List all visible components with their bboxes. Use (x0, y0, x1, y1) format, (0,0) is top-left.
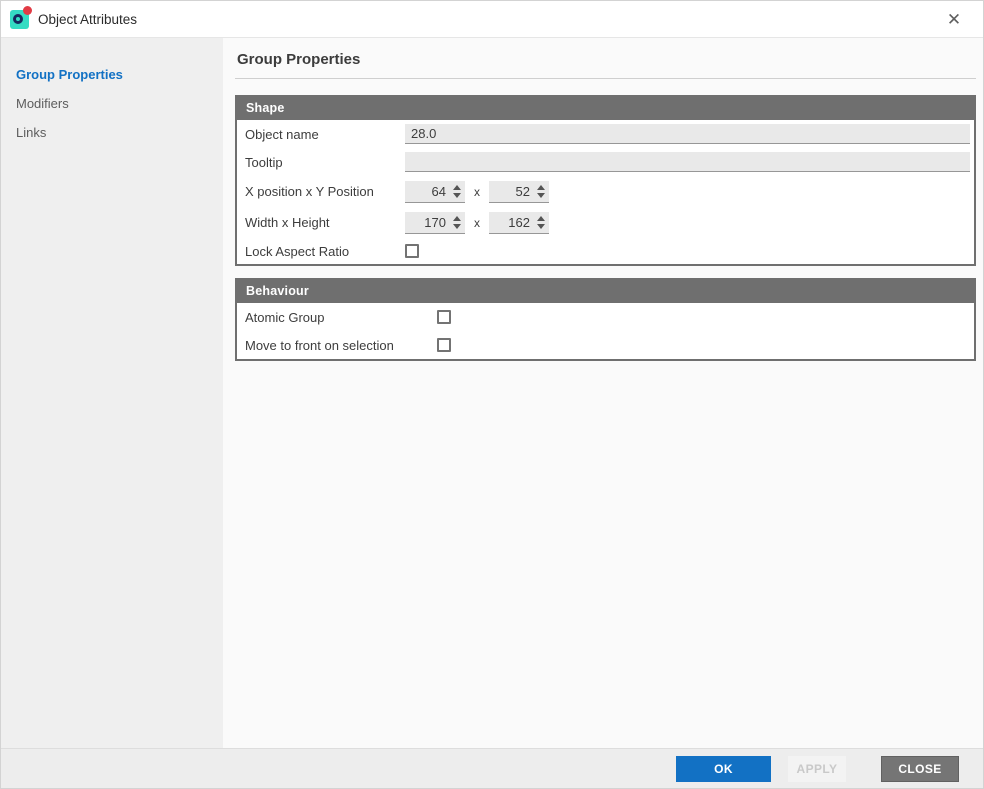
behaviour-section-header: Behaviour (237, 280, 974, 303)
position-separator: x (474, 185, 480, 199)
height-value: 162 (508, 215, 530, 230)
height-arrows (537, 216, 545, 229)
tooltip-row: Tooltip (237, 148, 974, 176)
spinner-down-icon[interactable] (537, 193, 545, 198)
footer-bar: OK APPLY CLOSE (1, 748, 983, 788)
close-button[interactable]: CLOSE (881, 756, 959, 782)
app-icon (10, 10, 29, 29)
spinner-up-icon[interactable] (537, 185, 545, 190)
lock-aspect-ratio-label: Lock Aspect Ratio (245, 244, 405, 259)
behaviour-section: Behaviour Atomic Group Move to front on … (235, 278, 976, 361)
sidebar-item-group-properties[interactable]: Group Properties (1, 60, 223, 89)
spinner-up-icon[interactable] (537, 216, 545, 221)
lock-aspect-ratio-row: Lock Aspect Ratio (237, 238, 974, 264)
object-name-input[interactable] (405, 124, 970, 144)
height-spinner[interactable]: 162 (489, 212, 549, 234)
sidebar: Group Properties Modifiers Links (1, 38, 223, 748)
move-to-front-row: Move to front on selection (237, 331, 974, 359)
tooltip-input[interactable] (405, 152, 970, 172)
size-label: Width x Height (245, 215, 405, 230)
spinner-up-icon[interactable] (453, 185, 461, 190)
close-icon: ✕ (947, 11, 961, 28)
sidebar-item-links[interactable]: Links (1, 118, 223, 147)
page-title: Group Properties (235, 49, 976, 79)
object-name-row: Object name (237, 120, 974, 148)
y-position-value: 52 (516, 184, 530, 199)
size-row: Width x Height 170 x 162 (237, 207, 974, 238)
y-position-arrows (537, 185, 545, 198)
atomic-group-label: Atomic Group (245, 310, 437, 325)
y-position-spinner[interactable]: 52 (489, 181, 549, 203)
shape-section: Shape Object name Tooltip X position x Y… (235, 95, 976, 266)
move-to-front-checkbox[interactable] (437, 338, 451, 352)
object-attributes-window: Object Attributes ✕ Group Properties Mod… (0, 0, 984, 789)
tooltip-label: Tooltip (245, 155, 405, 170)
spinner-up-icon[interactable] (453, 216, 461, 221)
x-position-spinner[interactable]: 64 (405, 181, 465, 203)
width-value: 170 (424, 215, 446, 230)
position-label: X position x Y Position (245, 184, 405, 199)
window-close-button[interactable]: ✕ (939, 4, 969, 34)
app-icon-badge (23, 6, 32, 15)
sidebar-item-modifiers[interactable]: Modifiers (1, 89, 223, 118)
lock-aspect-ratio-checkbox[interactable] (405, 244, 419, 258)
object-name-label: Object name (245, 127, 405, 142)
spinner-down-icon[interactable] (537, 224, 545, 229)
width-spinner[interactable]: 170 (405, 212, 465, 234)
atomic-group-row: Atomic Group (237, 303, 974, 331)
move-to-front-label: Move to front on selection (245, 338, 437, 353)
main-panel: Group Properties Shape Object name Toolt… (223, 38, 983, 748)
spinner-down-icon[interactable] (453, 224, 461, 229)
spinner-down-icon[interactable] (453, 193, 461, 198)
shape-section-header: Shape (237, 97, 974, 120)
app-body: Group Properties Modifiers Links Group P… (1, 38, 983, 748)
width-arrows (453, 216, 461, 229)
titlebar: Object Attributes ✕ (1, 1, 983, 38)
position-row: X position x Y Position 64 x 52 (237, 176, 974, 207)
size-separator: x (474, 216, 480, 230)
app-icon-ring (13, 14, 23, 24)
x-position-arrows (453, 185, 461, 198)
atomic-group-checkbox[interactable] (437, 310, 451, 324)
ok-button[interactable]: OK (676, 756, 771, 782)
window-title: Object Attributes (38, 12, 137, 27)
x-position-value: 64 (432, 184, 446, 199)
apply-button[interactable]: APPLY (788, 756, 846, 782)
